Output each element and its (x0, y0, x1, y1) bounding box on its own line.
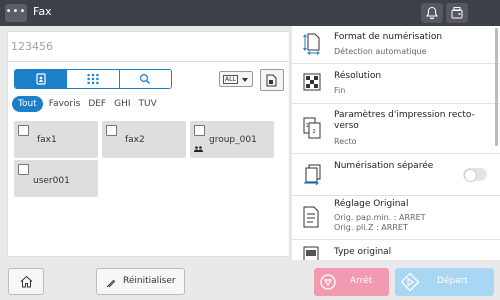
svg-text:1: 1 (306, 123, 309, 129)
setting-title: Paramètres d'impression recto-verso (334, 110, 475, 131)
setting-title: Type original (334, 247, 392, 257)
search-icon (140, 73, 151, 84)
destination-label: group_001 (209, 135, 257, 145)
setting-original-type[interactable]: Type original (292, 240, 500, 260)
setting-value: Détection automatique (334, 47, 427, 56)
fax-phone-icon (451, 7, 463, 19)
destination-detail-button[interactable] (260, 69, 284, 91)
destination-panel: ALL Tout Favoris DEF GHI TUV fax1 fax2 g… (7, 31, 290, 257)
menu-button[interactable]: ••• (5, 4, 27, 22)
setting-title: Réglage Original (334, 199, 409, 209)
setting-value: Recto (334, 137, 357, 146)
separate-scan-icon (304, 164, 321, 186)
group-icon (194, 146, 203, 152)
setting-original-adjust[interactable]: Réglage Original Orig. pap.min. : ARRET … (292, 196, 500, 240)
setting-title: Format de numérisation (334, 32, 443, 42)
destination-tile-fax2[interactable]: fax2 (102, 121, 186, 158)
ellipsis-icon: ••• (5, 6, 27, 17)
start-icon (401, 273, 419, 291)
tab-address-book[interactable] (15, 70, 68, 88)
bell-icon (425, 6, 439, 20)
index-filter-bar: Tout Favoris DEF GHI TUV (12, 96, 165, 112)
document-detail-icon (266, 74, 277, 87)
tab-keypad[interactable] (67, 70, 120, 88)
destination-checkbox[interactable] (18, 164, 29, 175)
setting-value-2: Orig. pli.Z : ARRET (334, 223, 408, 232)
stop-button[interactable]: Arrêt (314, 268, 389, 296)
view-toggle (14, 69, 172, 89)
stop-icon (320, 274, 336, 290)
start-label: Départ (437, 276, 468, 286)
settings-panel: Format de numérisation Détection automat… (292, 26, 500, 260)
start-button[interactable]: Départ (395, 268, 494, 296)
all-type-badge: ALL (223, 75, 238, 84)
address-book-icon (36, 73, 46, 85)
scan-size-icon (303, 33, 320, 55)
filter-tuv[interactable]: TUV (139, 96, 157, 112)
fax-status-button[interactable] (446, 3, 468, 23)
chevron-down-icon (242, 78, 248, 82)
fax-number-input[interactable] (8, 32, 289, 62)
filter-ghi[interactable]: GHI (114, 96, 130, 112)
setting-title: Numérisation séparée (334, 161, 434, 171)
settings-scrollbar[interactable] (495, 28, 498, 146)
destination-checkbox[interactable] (18, 125, 29, 136)
stop-label: Arrêt (350, 276, 373, 286)
setting-separate-scan[interactable]: Numérisation séparée (292, 154, 500, 196)
duplex-icon: 1 2 (303, 117, 321, 139)
filter-def[interactable]: DEF (88, 96, 106, 112)
filter-favoris[interactable]: Favoris (49, 96, 81, 112)
setting-duplex[interactable]: 1 2 Paramètres d'impression recto-verso … (292, 104, 500, 154)
original-type-icon (303, 246, 319, 260)
destination-tile-group-001[interactable]: group_001 (190, 121, 274, 158)
destination-tile-user001[interactable]: user001 (14, 160, 98, 197)
destination-checkbox[interactable] (106, 125, 117, 136)
destination-label: fax1 (37, 135, 57, 145)
notification-button[interactable] (421, 3, 443, 23)
setting-value: Fin (334, 86, 346, 95)
destination-tile-fax1[interactable]: fax1 (14, 121, 98, 158)
app-title: Fax (33, 5, 52, 18)
resolution-icon (303, 73, 321, 91)
reset-label: Réinitialiser (123, 276, 176, 286)
reset-icon (106, 279, 116, 288)
reset-button[interactable]: Réinitialiser (96, 268, 185, 295)
keypad-icon (87, 74, 99, 84)
tab-search[interactable] (119, 70, 171, 88)
original-setting-icon (303, 206, 319, 228)
svg-text:2: 2 (313, 129, 316, 135)
setting-value: Orig. pap.min. : ARRET (334, 213, 426, 222)
bottom-bar: Réinitialiser Arrêt Départ (0, 260, 500, 300)
setting-resolution[interactable]: Résolution Fin (292, 64, 500, 104)
home-button[interactable] (8, 268, 44, 295)
setting-scan-size[interactable]: Format de numérisation Détection automat… (292, 26, 500, 64)
destination-label: fax2 (125, 135, 145, 145)
top-bar: ••• Fax (0, 0, 500, 26)
filter-tout[interactable]: Tout (12, 96, 43, 112)
setting-title: Résolution (334, 71, 382, 81)
separate-scan-toggle[interactable] (463, 168, 487, 182)
home-icon (20, 275, 33, 288)
destination-checkbox[interactable] (194, 125, 205, 136)
destination-type-select[interactable]: ALL (219, 71, 253, 87)
destination-label: user001 (33, 176, 70, 186)
